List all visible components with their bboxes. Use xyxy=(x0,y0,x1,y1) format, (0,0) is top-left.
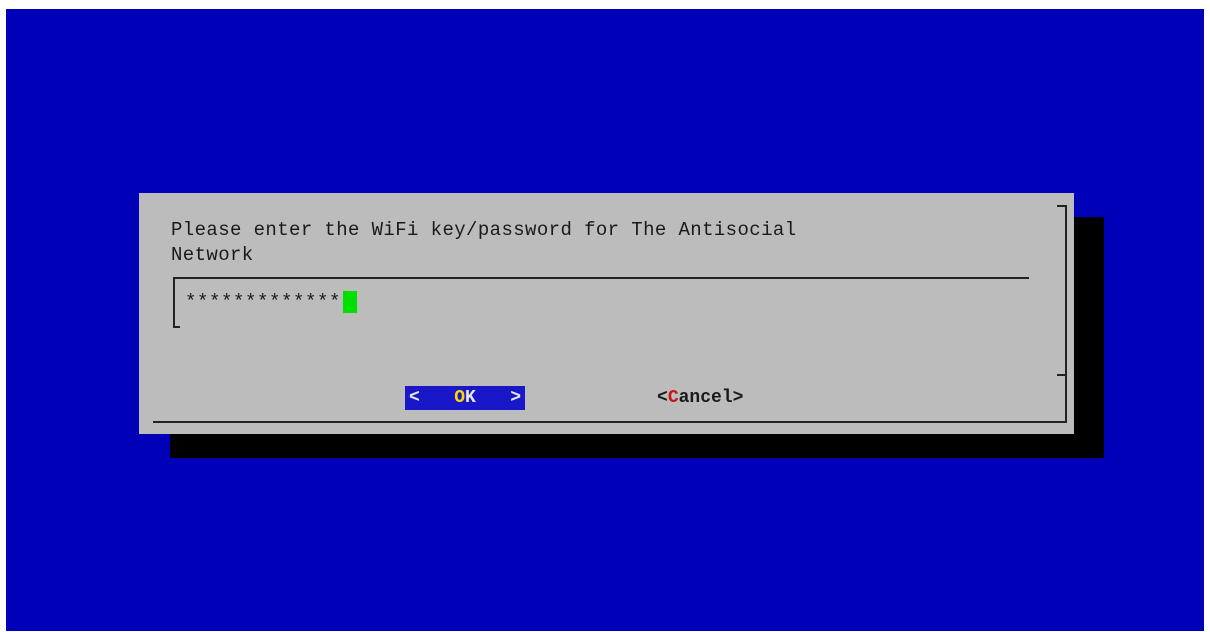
input-frame-top xyxy=(173,277,1029,279)
ok-button-close-bracket: > xyxy=(510,388,521,408)
ok-button-label: OK xyxy=(454,386,476,410)
cancel-button-label-rest: ancel xyxy=(678,388,733,408)
password-masked-value: ************* xyxy=(185,290,342,313)
password-input[interactable]: ************* xyxy=(185,290,358,313)
dialog-frame-separator xyxy=(1057,374,1067,376)
cancel-button-open-bracket: < xyxy=(657,388,668,408)
cancel-button-close-bracket: > xyxy=(732,388,744,408)
text-cursor xyxy=(343,290,358,313)
dialog-frame-right xyxy=(1065,205,1067,422)
ok-button[interactable]: < OK > xyxy=(405,386,525,410)
dialog-frame-bottom xyxy=(153,421,1067,423)
dialog-frame-corner xyxy=(1057,205,1067,207)
cancel-button-hotkey: C xyxy=(667,388,679,408)
ok-button-open-bracket: < xyxy=(409,388,420,408)
ok-button-hotkey: O xyxy=(454,388,465,408)
input-frame-left xyxy=(173,277,175,328)
ok-button-label-rest: K xyxy=(465,388,476,408)
password-dialog: Please enter the WiFi key/password for T… xyxy=(139,193,1074,434)
dialog-prompt: Please enter the WiFi key/password for T… xyxy=(171,219,797,266)
input-frame-corner xyxy=(173,326,180,328)
cancel-button[interactable]: <Cancel> xyxy=(657,386,743,410)
